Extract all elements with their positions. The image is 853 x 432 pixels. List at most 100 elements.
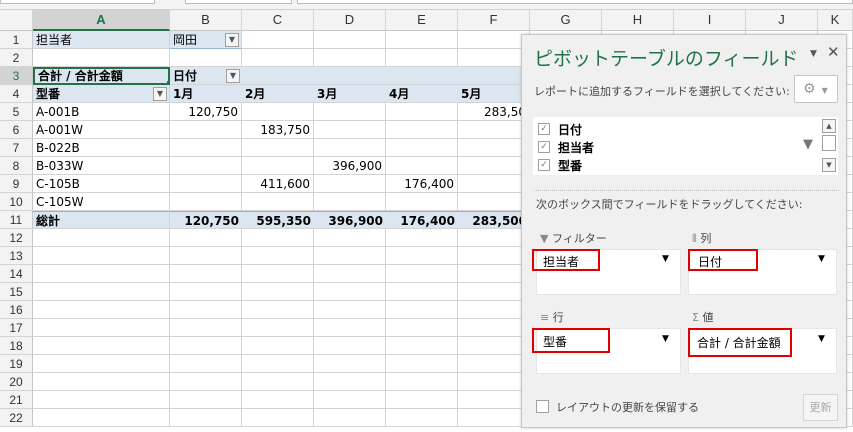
field-checkbox[interactable]: ✓ bbox=[538, 159, 550, 171]
cell-C14[interactable] bbox=[242, 265, 314, 283]
cell-D15[interactable] bbox=[314, 283, 386, 301]
pivot-value-cell[interactable]: 176,400 bbox=[386, 175, 458, 193]
pivot-month-header[interactable]: 1月 bbox=[170, 85, 242, 103]
select-all-corner[interactable] bbox=[0, 10, 33, 31]
cell-C13[interactable] bbox=[242, 247, 314, 265]
cell-A21[interactable] bbox=[33, 391, 170, 409]
row-header-12[interactable]: 12 bbox=[0, 229, 33, 247]
column-header-I[interactable]: I bbox=[674, 10, 746, 31]
cell-A2[interactable] bbox=[33, 49, 170, 67]
cell-E14[interactable] bbox=[386, 265, 458, 283]
cell-A18[interactable] bbox=[33, 337, 170, 355]
pivot-value-cell[interactable] bbox=[458, 121, 530, 139]
pivot-grand-total[interactable]: 176,400 bbox=[386, 211, 458, 229]
cell-E20[interactable] bbox=[386, 373, 458, 391]
pivot-grand-total-label[interactable]: 総計 bbox=[33, 211, 170, 229]
filter-dropdown-icon[interactable]: ▼ bbox=[225, 33, 239, 47]
update-button[interactable]: 更新 bbox=[803, 394, 838, 421]
cell-B15[interactable] bbox=[170, 283, 242, 301]
cell-E1[interactable] bbox=[386, 31, 458, 49]
pivot-value-cell[interactable]: 283,50 bbox=[458, 103, 530, 121]
field-checkbox[interactable]: ✓ bbox=[538, 141, 550, 153]
pivot-row-item[interactable]: B-033W bbox=[33, 157, 170, 175]
row-header-11[interactable]: 11 bbox=[0, 211, 33, 229]
pivot-value-cell[interactable] bbox=[386, 157, 458, 175]
pivot-value-cell[interactable] bbox=[314, 175, 386, 193]
row-header-16[interactable]: 16 bbox=[0, 301, 33, 319]
cell-C16[interactable] bbox=[242, 301, 314, 319]
cell-A13[interactable] bbox=[33, 247, 170, 265]
pivot-value-cell[interactable] bbox=[242, 157, 314, 175]
pivot-value-cell[interactable] bbox=[170, 157, 242, 175]
cell-A16[interactable] bbox=[33, 301, 170, 319]
cell-C15[interactable] bbox=[242, 283, 314, 301]
pivot-value-cell[interactable] bbox=[458, 139, 530, 157]
pivot-value-cell[interactable] bbox=[386, 103, 458, 121]
row-header-19[interactable]: 19 bbox=[0, 355, 33, 373]
row-header-18[interactable]: 18 bbox=[0, 337, 33, 355]
cell-D1[interactable] bbox=[314, 31, 386, 49]
row-header-21[interactable]: 21 bbox=[0, 391, 33, 409]
cell-F16[interactable] bbox=[458, 301, 530, 319]
cell-D17[interactable] bbox=[314, 319, 386, 337]
field-list-item[interactable]: ✓ 型番 bbox=[538, 157, 582, 173]
row-header-13[interactable]: 13 bbox=[0, 247, 33, 265]
close-icon[interactable]: ✕ bbox=[827, 43, 840, 61]
column-header-J[interactable]: J bbox=[746, 10, 818, 31]
column-header-H[interactable]: H bbox=[602, 10, 674, 31]
pivot-value-cell[interactable] bbox=[314, 121, 386, 139]
cell-E2[interactable] bbox=[386, 49, 458, 67]
field-checkbox[interactable]: ✓ bbox=[538, 123, 550, 135]
pivot-value-cell[interactable] bbox=[386, 139, 458, 157]
row-header-22[interactable]: 22 bbox=[0, 409, 33, 427]
column-header-F[interactable]: F bbox=[458, 10, 530, 31]
cell-D19[interactable] bbox=[314, 355, 386, 373]
pivot-value-cell[interactable] bbox=[242, 103, 314, 121]
cell-C17[interactable] bbox=[242, 319, 314, 337]
scroll-up-icon[interactable]: ▲ bbox=[822, 119, 836, 133]
cell-D16[interactable] bbox=[314, 301, 386, 319]
cell-C19[interactable] bbox=[242, 355, 314, 373]
column-header-E[interactable]: E bbox=[386, 10, 458, 31]
pivot-value-cell[interactable] bbox=[386, 121, 458, 139]
column-header-C[interactable]: C bbox=[242, 10, 314, 31]
pivot-grand-total[interactable]: 283,500 bbox=[458, 211, 530, 229]
scroll-down-icon[interactable]: ▼ bbox=[822, 158, 836, 172]
row-header-17[interactable]: 17 bbox=[0, 319, 33, 337]
pivot-grand-total[interactable]: 396,900 bbox=[314, 211, 386, 229]
pivot-values-label[interactable]: 合計 / 合計金額 bbox=[33, 67, 170, 85]
cell-A19[interactable] bbox=[33, 355, 170, 373]
pivot-value-cell[interactable]: 183,750 bbox=[242, 121, 314, 139]
cell-A17[interactable] bbox=[33, 319, 170, 337]
col-field-dropdown-icon[interactable]: ▼ bbox=[226, 69, 240, 83]
cell-F19[interactable] bbox=[458, 355, 530, 373]
pivot-value-cell[interactable] bbox=[170, 139, 242, 157]
cell-A12[interactable] bbox=[33, 229, 170, 247]
row-field-dropdown-icon[interactable]: ▼ bbox=[153, 87, 167, 101]
cell-C2[interactable] bbox=[242, 49, 314, 67]
cell-E13[interactable] bbox=[386, 247, 458, 265]
cell-C21[interactable] bbox=[242, 391, 314, 409]
row-header-1[interactable]: 1 bbox=[0, 31, 33, 49]
columns-area-item[interactable]: 日付 bbox=[688, 249, 758, 271]
cell-B21[interactable] bbox=[170, 391, 242, 409]
pivot-row-item[interactable]: C-105B bbox=[33, 175, 170, 193]
row-header-10[interactable]: 10 bbox=[0, 193, 33, 211]
cell-B18[interactable] bbox=[170, 337, 242, 355]
cell-C22[interactable] bbox=[242, 409, 314, 427]
pivot-value-cell[interactable] bbox=[170, 121, 242, 139]
cell-D12[interactable] bbox=[314, 229, 386, 247]
column-header-K[interactable]: K bbox=[818, 10, 853, 31]
cell-D22[interactable] bbox=[314, 409, 386, 427]
cell-F22[interactable] bbox=[458, 409, 530, 427]
column-header-D[interactable]: D bbox=[314, 10, 386, 31]
cell-D20[interactable] bbox=[314, 373, 386, 391]
cell-F20[interactable] bbox=[458, 373, 530, 391]
pivot-month-header[interactable]: 4月 bbox=[386, 85, 458, 103]
pivot-value-cell[interactable] bbox=[314, 139, 386, 157]
pivot-value-cell[interactable] bbox=[242, 193, 314, 211]
cell-F18[interactable] bbox=[458, 337, 530, 355]
chevron-down-icon[interactable]: ▼ bbox=[662, 334, 669, 344]
pivot-value-cell[interactable]: 411,600 bbox=[242, 175, 314, 193]
cell-E22[interactable] bbox=[386, 409, 458, 427]
